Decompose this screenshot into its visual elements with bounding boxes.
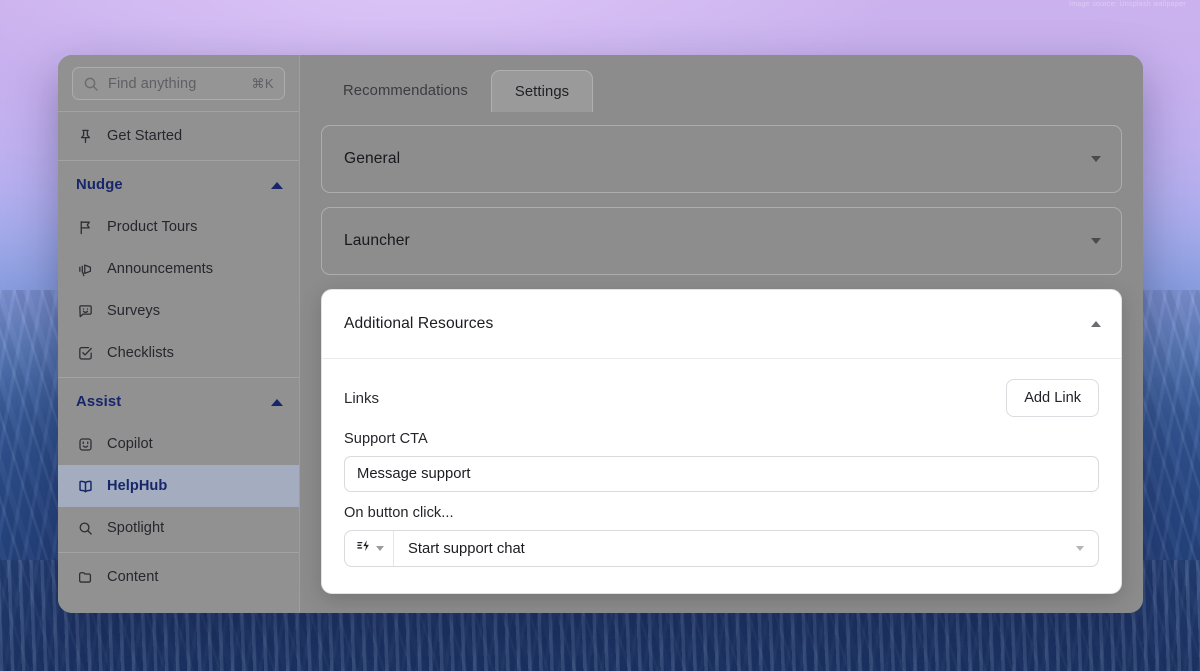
sidebar-search-wrap: Find anything ⌘K [58, 55, 299, 111]
tab-label: Recommendations [343, 83, 468, 99]
sidebar-item-announcements[interactable]: Announcements [58, 248, 299, 290]
chat-smile-icon [76, 303, 94, 320]
sidebar-group-bottom: Content [58, 553, 299, 601]
checkbox-icon [76, 345, 94, 362]
chevron-up-icon[interactable] [1091, 321, 1101, 327]
search-placeholder: Find anything [108, 75, 197, 92]
action-select-caret[interactable] [1068, 531, 1098, 566]
sidebar-item-surveys[interactable]: Surveys [58, 290, 299, 332]
sidebar-item-label: Surveys [107, 303, 161, 319]
chevron-up-icon [271, 398, 283, 406]
panel-launcher: Launcher [321, 207, 1122, 275]
sidebar-item-get-started[interactable]: Get Started [58, 115, 299, 157]
sidebar-section-header-nudge[interactable]: Nudge [58, 164, 299, 206]
tab-label: Settings [514, 83, 570, 100]
flag-icon [76, 219, 94, 236]
search-icon [76, 520, 94, 537]
panel-additional-resources: Additional Resources Links Add Link Supp… [321, 289, 1122, 594]
pin-icon [76, 128, 94, 145]
panel-title: Launcher [344, 232, 410, 249]
sidebar-item-copilot[interactable]: Copilot [58, 423, 299, 465]
add-link-label: Add Link [1024, 390, 1081, 406]
action-select-value: Start support chat [408, 540, 525, 557]
tab-settings[interactable]: Settings [490, 70, 594, 112]
sidebar-section-assist: Assist Copilot HelpHub Spotlight [58, 378, 299, 552]
tab-recommendations[interactable]: Recommendations [320, 70, 491, 112]
action-select[interactable]: Start support chat [344, 530, 1099, 567]
panel-general: General [321, 125, 1122, 193]
chevron-down-icon[interactable] [1091, 156, 1101, 162]
sidebar-item-checklists[interactable]: Checklists [58, 332, 299, 374]
sidebar-section-nudge: Nudge Product Tours Announcements Survey… [58, 161, 299, 377]
tab-bar: Recommendations Settings [300, 55, 1143, 112]
panel-title: General [344, 150, 401, 167]
on-button-click-label: On button click... [344, 505, 454, 521]
sidebar-item-label: Get Started [107, 128, 183, 144]
support-cta-label: Support CTA [344, 431, 428, 447]
chevron-down-icon [376, 546, 384, 551]
panel-general-header[interactable]: General [322, 126, 1121, 192]
sidebar-item-label: Copilot [107, 436, 153, 452]
sidebar-item-label: HelpHub [107, 478, 168, 494]
field-spacer [344, 492, 1099, 505]
links-row: Links Add Link [344, 377, 1099, 419]
sidebar-item-product-tours[interactable]: Product Tours [58, 206, 299, 248]
desktop-background: Image source: Unsplash wallpaper Find an… [0, 0, 1200, 671]
sidebar-section-title: Assist [76, 394, 122, 410]
app-window: Find anything ⌘K Get Started Nudge Produ… [58, 55, 1143, 613]
sidebar-item-spotlight[interactable]: Spotlight [58, 507, 299, 549]
sidebar-item-label: Announcements [107, 261, 214, 277]
support-cta-input[interactable] [344, 456, 1099, 492]
sidebar-section-header-assist[interactable]: Assist [58, 381, 299, 423]
links-label: Links [344, 389, 380, 407]
sidebar-item-content[interactable]: Content [58, 556, 299, 598]
panel-launcher-header[interactable]: Launcher [322, 208, 1121, 274]
settings-content: General Launcher Additional Resources Li… [300, 112, 1143, 613]
sidebar-item-label: Content [107, 569, 159, 585]
sidebar-section-title: Nudge [76, 177, 123, 193]
book-open-icon [76, 478, 94, 495]
folder-icon [76, 569, 94, 586]
chevron-down-icon[interactable] [1091, 238, 1101, 244]
action-type-picker[interactable] [345, 531, 394, 566]
sidebar-group-top: Get Started [58, 112, 299, 160]
add-link-button[interactable]: Add Link [1006, 379, 1099, 417]
panel-additional-resources-header[interactable]: Additional Resources [322, 290, 1121, 358]
chevron-down-icon [1076, 546, 1084, 551]
chevron-up-icon [271, 181, 283, 189]
search-shortcut: ⌘K [251, 75, 274, 91]
megaphone-icon [76, 261, 94, 278]
search-icon [83, 76, 99, 92]
panel-title: Additional Resources [344, 315, 494, 332]
main-panel: Recommendations Settings General Launche… [300, 55, 1143, 613]
zap-action-icon [356, 538, 372, 559]
sidebar-item-helphub[interactable]: HelpHub [58, 465, 299, 507]
sidebar-item-label: Checklists [107, 345, 174, 361]
sidebar-item-label: Spotlight [107, 520, 165, 536]
search-input[interactable]: Find anything ⌘K [72, 67, 285, 100]
sidebar: Find anything ⌘K Get Started Nudge Produ… [58, 55, 300, 613]
robot-face-icon [76, 436, 94, 453]
panel-additional-resources-body: Links Add Link Support CTA On button cli… [322, 359, 1121, 593]
wallpaper-watermark: Image source: Unsplash wallpaper [1069, 1, 1186, 8]
sidebar-item-label: Product Tours [107, 219, 198, 235]
